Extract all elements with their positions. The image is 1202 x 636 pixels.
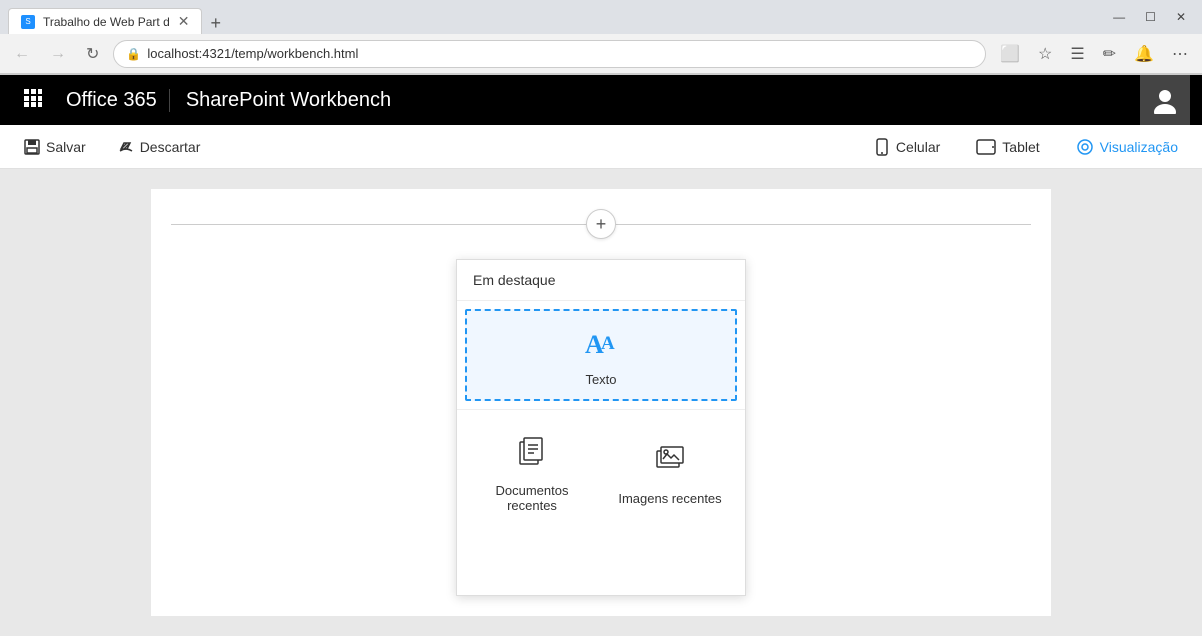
browser-chrome: S Trabalho de Web Part d ✕ + — ☐ ✕ ← → ↻… xyxy=(0,0,1202,75)
canvas-area: + Em destaque A A Texto xyxy=(0,169,1202,636)
tablet-icon xyxy=(976,139,996,155)
docs-label: Documentos recentes xyxy=(475,483,589,513)
favorites-button[interactable]: ☆ xyxy=(1032,40,1058,68)
images-icon xyxy=(654,444,686,483)
new-tab-button[interactable]: + xyxy=(202,13,229,34)
images-label: Imagens recentes xyxy=(618,491,721,506)
web-notes-button[interactable]: ✏ xyxy=(1097,40,1122,68)
webpart-picker: Em destaque A A Texto xyxy=(456,259,746,596)
discard-label: Descartar xyxy=(140,139,201,155)
tablet-view-button[interactable]: Tablet xyxy=(968,135,1047,159)
reader-mode-button[interactable]: ⬜ xyxy=(994,40,1026,68)
docs-recentes-webpart[interactable]: Documentos recentes xyxy=(465,418,599,527)
mobile-view-button[interactable]: Celular xyxy=(866,134,948,160)
picker-header: Em destaque xyxy=(457,260,745,301)
toolbar-right: Celular Tablet Visualização xyxy=(866,134,1186,160)
office365-label: Office 365 xyxy=(54,89,170,112)
add-button-line: + xyxy=(171,209,1031,239)
picker-grid: Documentos recentes Imagens recentes xyxy=(457,410,745,535)
minimize-button[interactable]: — xyxy=(1105,6,1133,28)
preview-label: Visualização xyxy=(1100,139,1178,155)
browser-toolbar: ← → ↻ 🔒 localhost:4321/temp/workbench.ht… xyxy=(0,34,1202,74)
preview-button[interactable]: Visualização xyxy=(1068,134,1186,160)
refresh-button[interactable]: ↻ xyxy=(80,40,105,68)
workbench-toolbar: Salvar Descartar Celular Tablet xyxy=(0,125,1202,169)
window-controls: — ☐ ✕ xyxy=(1105,6,1194,28)
active-tab[interactable]: S Trabalho de Web Part d ✕ xyxy=(8,8,202,34)
browser-toolbar-icons: ⬜ ☆ ☰ ✏ 🔔 ⋯ xyxy=(994,40,1194,68)
forward-button[interactable]: → xyxy=(44,41,72,67)
user-avatar[interactable] xyxy=(1140,75,1190,125)
canvas-content: + Em destaque A A Texto xyxy=(151,189,1051,616)
tablet-label: Tablet xyxy=(1002,139,1039,155)
tab-favicon: S xyxy=(21,15,35,29)
hub-button[interactable]: ☰ xyxy=(1064,40,1090,68)
save-label: Salvar xyxy=(46,139,86,155)
workbench-title: SharePoint Workbench xyxy=(170,89,1140,112)
back-button[interactable]: ← xyxy=(8,41,36,67)
close-button[interactable]: ✕ xyxy=(1168,6,1194,28)
text-icon: A A xyxy=(583,327,619,364)
title-bar: S Trabalho de Web Part d ✕ + — ☐ ✕ xyxy=(0,0,1202,34)
tab-area: S Trabalho de Web Part d ✕ + xyxy=(8,0,1097,34)
save-icon xyxy=(24,139,40,155)
discard-icon xyxy=(118,139,134,155)
picker-bottom-space xyxy=(457,535,745,595)
docs-icon xyxy=(516,436,548,475)
mobile-label: Celular xyxy=(896,139,940,155)
waffle-button[interactable] xyxy=(12,81,54,120)
featured-text-webpart[interactable]: A A Texto xyxy=(465,309,737,401)
address-bar[interactable]: 🔒 localhost:4321/temp/workbench.html xyxy=(113,40,986,68)
tab-close-button[interactable]: ✕ xyxy=(178,13,190,30)
maximize-button[interactable]: ☐ xyxy=(1137,6,1164,28)
text-label: Texto xyxy=(585,372,616,387)
address-text: localhost:4321/temp/workbench.html xyxy=(147,46,973,61)
add-webpart-button[interactable]: + xyxy=(586,209,616,239)
account-button[interactable]: 🔔 xyxy=(1128,40,1160,68)
picker-featured-section: A A Texto xyxy=(457,301,745,409)
preview-icon xyxy=(1076,138,1094,156)
mobile-icon xyxy=(874,138,890,156)
lock-icon: 🔒 xyxy=(126,47,141,61)
discard-button[interactable]: Descartar xyxy=(110,135,209,159)
svg-text:A: A xyxy=(601,333,615,354)
app-bar: Office 365 SharePoint Workbench xyxy=(0,75,1202,125)
tab-title: Trabalho de Web Part d xyxy=(43,15,170,29)
images-recentes-webpart[interactable]: Imagens recentes xyxy=(603,418,737,527)
save-button[interactable]: Salvar xyxy=(16,135,94,159)
more-button[interactable]: ⋯ xyxy=(1166,40,1194,68)
